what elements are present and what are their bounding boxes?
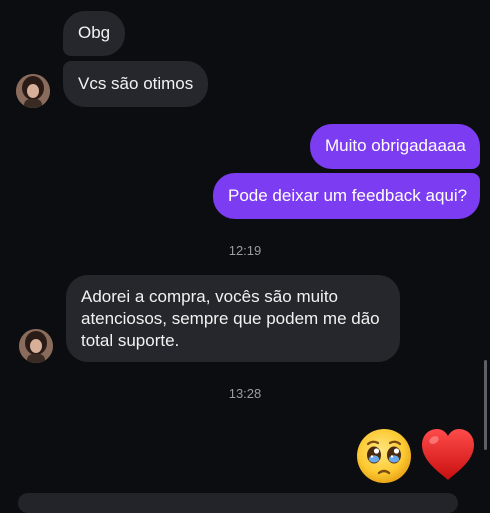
contact-avatar[interactable] [16,74,50,108]
message-composer[interactable] [18,493,458,513]
scrollbar-thumb[interactable] [484,360,487,450]
avatar-photo-icon [19,329,53,363]
outgoing-message-bubble[interactable]: Pode deixar um feedback aqui? [213,173,480,219]
message-text: Muito obrigadaaaa [325,136,466,155]
message-text: Obg [78,23,111,42]
pleading-face-emoji-icon[interactable] [355,427,413,490]
message-timestamp: 13:28 [228,386,262,401]
red-heart-emoji-icon[interactable] [418,426,478,489]
avatar-photo-icon [16,74,50,108]
outgoing-message-bubble[interactable]: Muito obrigadaaaa [310,124,480,169]
incoming-message-bubble[interactable]: Adorei a compra, vocês são muito atencio… [66,275,400,362]
message-timestamp: 12:19 [228,243,262,258]
chat-thread: Obg Vcs são otimos Muito obrigadaaaa Pod… [0,0,490,513]
incoming-message-bubble[interactable]: Vcs são otimos [63,61,208,107]
message-text: Pode deixar um feedback aqui? [228,186,468,205]
message-text: Vcs são otimos [78,74,194,93]
message-text: Adorei a compra, vocês são muito atencio… [81,287,380,350]
incoming-message-bubble[interactable]: Obg [63,11,125,56]
contact-avatar[interactable] [19,329,53,363]
